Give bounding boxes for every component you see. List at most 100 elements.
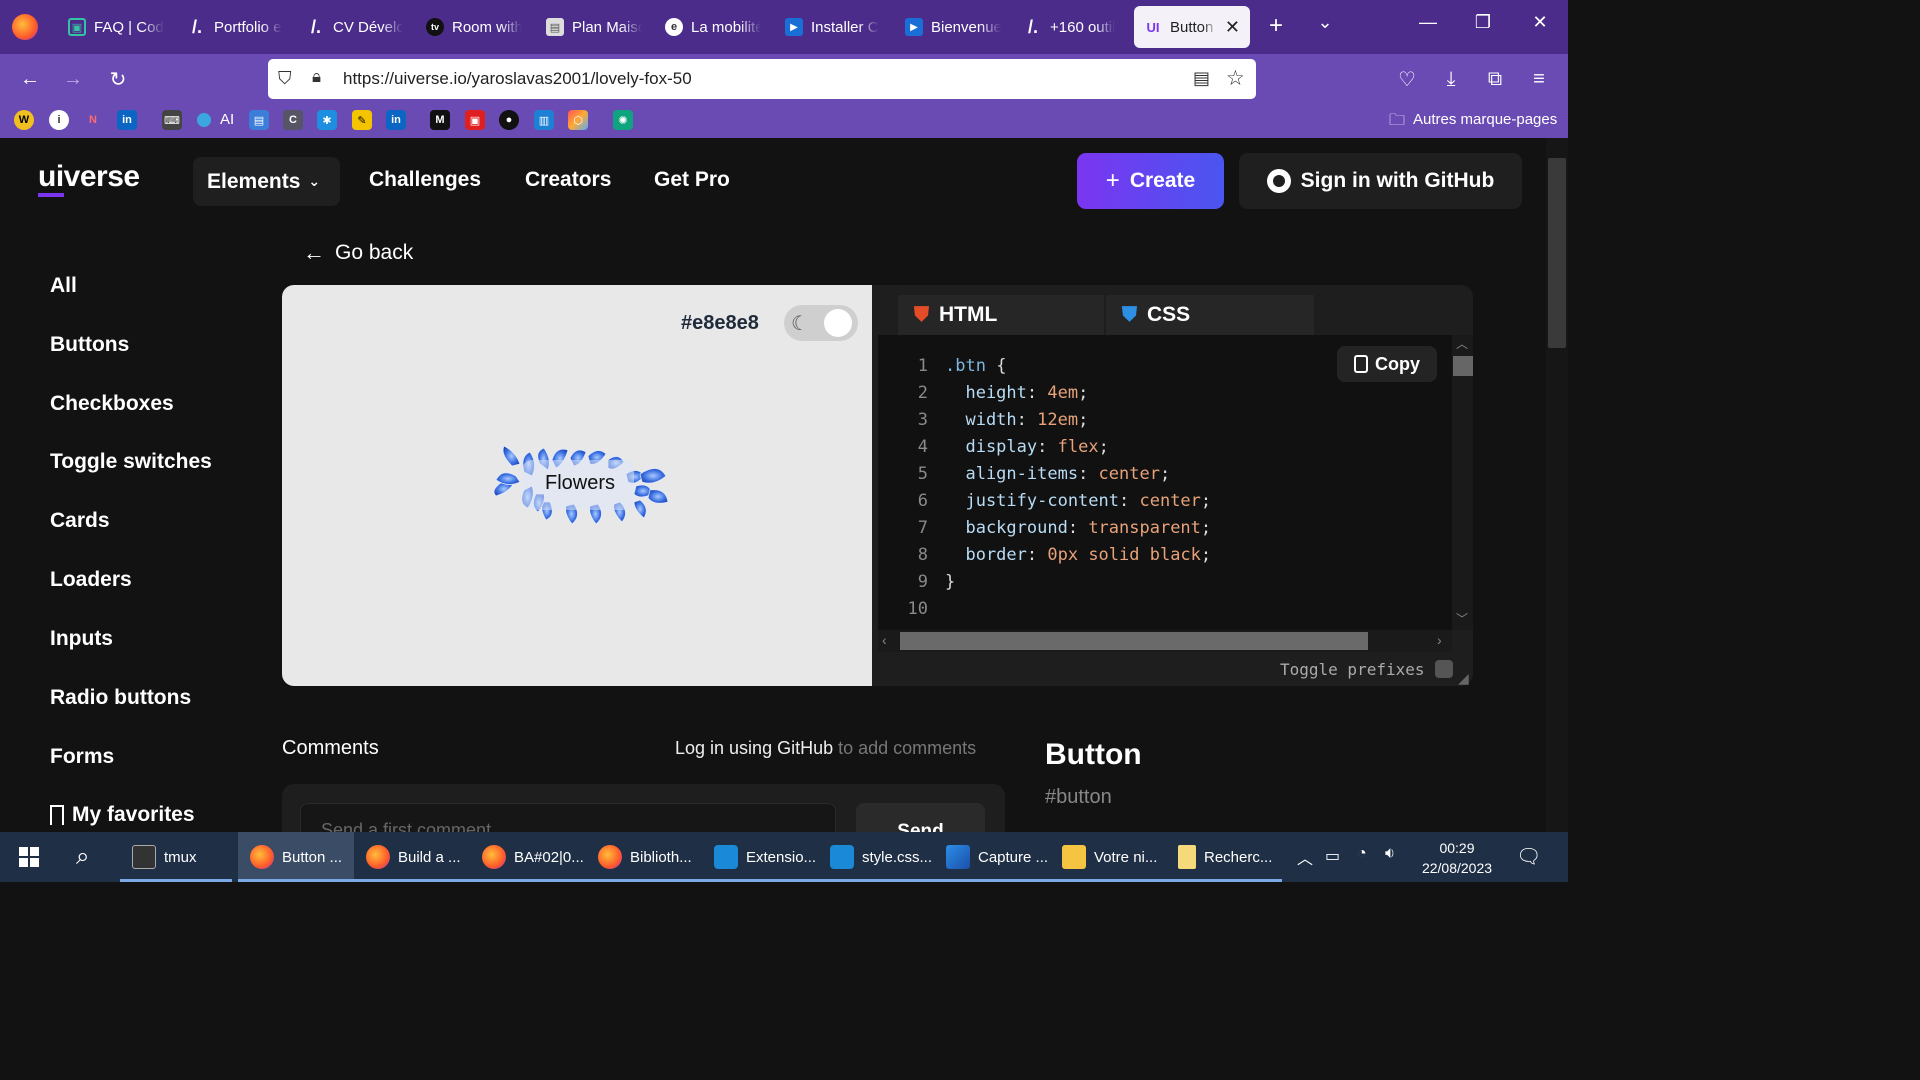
reload-icon[interactable]: ↻ (105, 66, 131, 92)
tray-volume-icon[interactable]: 🔉︎ (1385, 845, 1395, 863)
create-button[interactable]: + Create (1077, 153, 1224, 209)
element-tag[interactable]: #button (1045, 786, 1112, 809)
back-icon[interactable]: ← (17, 66, 43, 92)
taskbar-item-capture[interactable]: Capture ... (934, 832, 1050, 882)
tray-battery-icon[interactable]: ▭ (1325, 846, 1340, 866)
sidebar-item-buttons[interactable]: Buttons (50, 333, 129, 357)
toggle-knob[interactable] (824, 309, 852, 337)
bookmark-star-icon[interactable]: ☆ (1226, 66, 1245, 91)
taskbar-item-recherche[interactable]: Recherc... (1166, 832, 1282, 882)
extensions-icon[interactable]: ⧉ (1482, 66, 1508, 92)
login-github-link[interactable]: Log in using GitHub (675, 738, 833, 758)
sidebar-item-all[interactable]: All (50, 274, 77, 298)
windows-start-icon[interactable] (19, 847, 39, 867)
flowers-button-label[interactable]: Flowers (522, 472, 638, 495)
tab-bienvenue[interactable]: ▶ Bienvenue (895, 6, 1011, 48)
bookmark-doc-icon[interactable]: ▤ (249, 110, 269, 130)
scroll-down-arrow-icon[interactable]: ﹀ (1456, 610, 1468, 627)
new-tab-icon[interactable]: + (1261, 12, 1291, 40)
restore-icon[interactable]: ❐ (1468, 12, 1498, 33)
taskbar-item-vscode-extension[interactable]: Extensio... (702, 832, 818, 882)
toggle-prefixes-checkbox[interactable] (1435, 660, 1453, 678)
close-window-icon[interactable]: ✕ (1525, 12, 1555, 33)
bookmark-n-icon[interactable]: N (83, 110, 103, 130)
download-icon[interactable]: ⤓ (1438, 66, 1464, 92)
bookmark-github-icon[interactable]: ● (499, 110, 519, 130)
bookmark-linkedin2-icon[interactable]: in (386, 110, 406, 130)
resize-handle-icon[interactable]: ◢ (1458, 670, 1469, 687)
other-bookmarks-link[interactable]: Autres marque-pages (1413, 111, 1557, 128)
taskbar-item-firefox-biblio[interactable]: Biblioth... (586, 832, 702, 882)
search-icon[interactable]: ⌕ (76, 843, 89, 871)
go-back-link[interactable]: ← Go back (303, 240, 413, 266)
sidebar-item-loaders[interactable]: Loaders (50, 568, 132, 592)
forward-icon[interactable]: → (60, 66, 86, 92)
bookmark-pen-icon[interactable]: ✎ (352, 110, 372, 130)
github-sign-in-button[interactable]: Sign in with GitHub (1239, 153, 1522, 209)
close-tab-icon[interactable]: ✕ (1225, 17, 1240, 38)
code-vertical-scrollbar-thumb[interactable] (1453, 356, 1473, 376)
scroll-up-arrow-icon[interactable]: ︿ (1456, 335, 1468, 352)
scroll-left-arrow-icon[interactable]: ‹ (882, 632, 887, 648)
bookmark-info-icon[interactable]: i (49, 110, 69, 130)
nav-creators[interactable]: Creators (525, 168, 611, 192)
bookmark-chatgpt-icon[interactable]: ✺ (613, 110, 633, 130)
bookmark-ai-icon[interactable] (197, 113, 211, 127)
pocket-icon[interactable]: ♡ (1394, 66, 1420, 92)
taskbar-item-firefox-ba[interactable]: BA#02|0... (470, 832, 586, 882)
taskbar-item-vscode-style[interactable]: style.css... (818, 832, 934, 882)
code-horizontal-scrollbar-thumb[interactable] (900, 632, 1368, 650)
tab-css[interactable]: ⛊ CSS (1106, 295, 1314, 335)
sidebar-item-toggle-switches[interactable]: Toggle switches (50, 450, 212, 474)
tray-chevron-up-icon[interactable]: ︿ (1297, 845, 1313, 869)
scroll-right-arrow-icon[interactable]: › (1437, 632, 1442, 648)
menu-icon[interactable]: ≡ (1526, 66, 1552, 92)
bookmark-ai-label[interactable]: AI (220, 111, 234, 128)
sidebar-item-checkboxes[interactable]: Checkboxes (50, 392, 174, 416)
sidebar-item-inputs[interactable]: Inputs (50, 627, 113, 651)
bookmark-star-blue-icon[interactable]: ✱ (317, 110, 337, 130)
minimize-icon[interactable]: — (1413, 12, 1443, 33)
taskbar-item-tmux[interactable]: tmux (120, 832, 232, 882)
sidebar-item-radio-buttons[interactable]: Radio buttons (50, 686, 191, 710)
bookmark-trello-icon[interactable]: ▥ (534, 110, 554, 130)
sidebar-item-cards[interactable]: Cards (50, 509, 110, 533)
copy-button[interactable]: Copy (1337, 346, 1437, 382)
bookmark-c-icon[interactable]: C (283, 110, 303, 130)
tab-installer[interactable]: ▶ Installer C (775, 6, 891, 48)
bookmark-hex-icon[interactable]: ⬡ (568, 110, 588, 130)
tab-mobilite[interactable]: e La mobilité (655, 6, 771, 48)
bookmark-w-icon[interactable]: W (14, 110, 34, 130)
uiverse-logo[interactable]: uiverse (38, 160, 140, 197)
nav-get-pro[interactable]: Get Pro (654, 168, 730, 192)
sidebar-item-favorites[interactable]: My favorites (50, 803, 195, 827)
firefox-menu-icon[interactable] (12, 14, 38, 40)
elements-dropdown[interactable]: Elements ⌄ (193, 157, 340, 206)
bookmark-linkedin-icon[interactable]: in (117, 110, 137, 130)
bookmark-keyboard-icon[interactable]: ⌨ (162, 110, 182, 130)
tab-faq[interactable]: ▣ FAQ | Cod (58, 6, 174, 48)
url-text[interactable]: https://uiverse.io/yaroslavas2001/lovely… (343, 69, 692, 89)
page-scrollbar-thumb[interactable] (1548, 158, 1566, 348)
taskbar-item-firefox-button[interactable]: Button ... (238, 832, 354, 882)
tab-cv[interactable]: /. CV Dévelo (297, 6, 413, 48)
shield-icon[interactable]: ⛉ (278, 68, 292, 89)
reader-view-icon[interactable]: ▤ (1193, 68, 1210, 89)
tab-outils[interactable]: /. +160 outil (1014, 6, 1130, 48)
url-bar[interactable]: ⛉ 🔒︎ https://uiverse.io/yaroslavas2001/l… (268, 59, 1256, 99)
bookmark-bus-icon[interactable]: ▣ (465, 110, 485, 130)
taskbar-item-explorer[interactable]: Votre ni... (1050, 832, 1166, 882)
tab-html[interactable]: ⛊ HTML (898, 295, 1104, 335)
lock-icon[interactable]: 🔒︎ (312, 67, 321, 87)
sidebar-item-forms[interactable]: Forms (50, 745, 114, 769)
tab-room[interactable]: tv Room with (416, 6, 532, 48)
tab-list-icon[interactable]: ⌄ (1310, 12, 1340, 33)
background-color-label[interactable]: #e8e8e8 (681, 312, 759, 335)
tray-wifi-icon[interactable]: ◔ (1357, 845, 1367, 863)
system-clock[interactable]: 00:29 22/08/2023 (1412, 838, 1502, 878)
tab-plan[interactable]: ▤ Plan Maiso (536, 6, 652, 48)
bookmark-m-icon[interactable]: M (430, 110, 450, 130)
nav-challenges[interactable]: Challenges (369, 168, 481, 192)
taskbar-item-firefox-build[interactable]: Build a ... (354, 832, 470, 882)
tab-button-active[interactable]: UI Button ✕ (1134, 6, 1250, 48)
